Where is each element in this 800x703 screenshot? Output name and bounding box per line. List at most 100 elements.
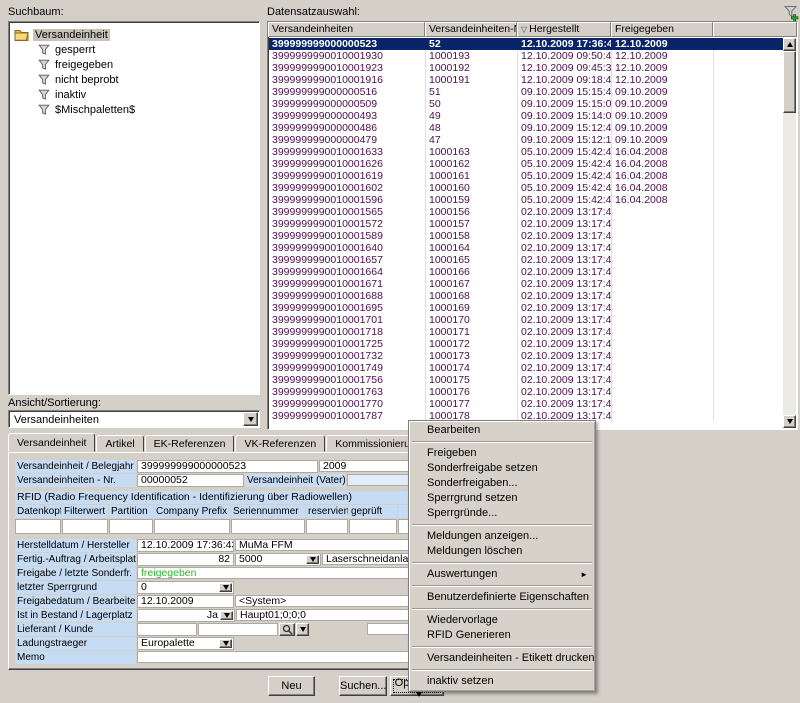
tree-filter-item-inaktiv[interactable]: inaktiv: [9, 87, 259, 102]
rfid-value-filterwert[interactable]: [62, 519, 108, 534]
lieferant-field[interactable]: [137, 623, 197, 636]
table-row[interactable]: 3999999990010001718100017102.10.2009 13:…: [269, 326, 783, 338]
menu-item-rfid-generieren[interactable]: RFID Generieren: [410, 628, 594, 643]
table-row[interactable]: 3999999990010001671100016702.10.2009 13:…: [269, 278, 783, 290]
tab-ek-referenzen[interactable]: EK-Referenzen: [145, 435, 235, 452]
vertical-scrollbar[interactable]: [783, 38, 796, 428]
table-row[interactable]: 3999999990010001596100015905.10.2009 15:…: [269, 194, 783, 206]
suchen-button[interactable]: Suchen...: [339, 676, 387, 696]
tree-filter-item-freigegeben[interactable]: freigegeben: [9, 57, 259, 72]
rfid-value-seriennummer[interactable]: [231, 519, 305, 534]
tree-filter-item-gesperrt[interactable]: gesperrt: [9, 42, 259, 57]
table-row[interactable]: 3999999990010001763100017602.10.2009 13:…: [269, 386, 783, 398]
tab-vk-referenzen[interactable]: VK-Referenzen: [235, 435, 325, 452]
table-row[interactable]: 3999999990000005095009.10.2009 15:15:080…: [269, 98, 783, 110]
table-row[interactable]: 3999999990010001725100017202.10.2009 13:…: [269, 338, 783, 350]
table-row[interactable]: 3999999990010001923100019212.10.2009 09:…: [269, 62, 783, 74]
menu-item-sonderfreigabe-setzen[interactable]: Sonderfreigabe setzen: [410, 461, 594, 476]
scroll-up-button[interactable]: [783, 38, 796, 51]
table-row[interactable]: 3999999990000004864809.10.2009 15:12:400…: [269, 122, 783, 134]
chevron-down-icon[interactable]: [219, 583, 232, 592]
chevron-down-icon[interactable]: [220, 611, 233, 620]
scroll-down-button[interactable]: [783, 415, 796, 428]
table-row[interactable]: 3999999990010001572100015702.10.2009 13:…: [269, 218, 783, 230]
menu-item-sperrgr-nde[interactable]: Sperrgründe...: [410, 506, 594, 521]
chevron-down-icon[interactable]: [296, 623, 309, 636]
table-cell: 1000191: [426, 74, 518, 86]
tab-versandeinheit[interactable]: Versandeinheit: [8, 433, 95, 452]
table-cell: 3999999990010001787: [269, 410, 426, 422]
rfid-value-gepr-ft[interactable]: [349, 519, 397, 534]
table-row[interactable]: 3999999990000004794709.10.2009 15:12:140…: [269, 134, 783, 146]
column-header-hergestellt[interactable]: ▽Hergestellt: [517, 22, 611, 37]
table-row[interactable]: 3999999990010001640100016402.10.2009 13:…: [269, 242, 783, 254]
freigabedatum-field[interactable]: 12.10.2009: [137, 595, 234, 608]
column-header-versandeinheiten[interactable]: Versandeinheiten: [268, 22, 425, 37]
menu-item-versandeinheiten-etikett-drucken[interactable]: Versandeinheiten - Etikett drucken...: [410, 651, 594, 666]
table-row[interactable]: 3999999990000005235212.10.2009 17:36:431…: [269, 38, 783, 50]
table-row[interactable]: 3999999990010001701100017002.10.2009 13:…: [269, 314, 783, 326]
column-header-freigegeben[interactable]: Freigegeben: [611, 22, 713, 37]
table-row[interactable]: 3999999990000005165109.10.2009 15:15:410…: [269, 86, 783, 98]
ansicht-sortierung-combobox[interactable]: Versandeinheiten: [8, 410, 260, 428]
rfid-value-datenkopf[interactable]: [15, 519, 61, 534]
chevron-down-icon[interactable]: [219, 639, 232, 648]
table-row[interactable]: 3999999990010001626100016205.10.2009 15:…: [269, 158, 783, 170]
rfid-value-company-prefix[interactable]: [154, 519, 230, 534]
table-row[interactable]: 3999999990010001565100015602.10.2009 13:…: [269, 206, 783, 218]
tab-artikel[interactable]: Artikel: [96, 435, 143, 452]
column-header-versandeinheiten-nr[interactable]: Versandeinheiten-Nr: [425, 22, 517, 37]
table-cell: 16.04.2008: [612, 194, 714, 206]
funnel-add-icon[interactable]: [782, 4, 800, 22]
table-row[interactable]: 3999999990010001749100017402.10.2009 13:…: [269, 362, 783, 374]
table-cell: [612, 362, 714, 374]
menu-item-meldungen-anzeigen[interactable]: Meldungen anzeigen...: [410, 529, 594, 544]
table-row[interactable]: 3999999990010001589100015802.10.2009 13:…: [269, 230, 783, 242]
table-cell-filler: [714, 146, 783, 158]
ve-nr-field[interactable]: 00000052: [137, 474, 244, 487]
table-row[interactable]: 3999999990010001633100016305.10.2009 15:…: [269, 146, 783, 158]
table-row[interactable]: 3999999990010001688100016802.10.2009 13:…: [269, 290, 783, 302]
menu-item-benutzerdefinierte-eigenschaften[interactable]: Benutzerdefinierte Eigenschaften: [410, 590, 594, 605]
chevron-down-icon[interactable]: [243, 412, 258, 426]
table-cell: 02.10.2009 13:17:40: [518, 350, 612, 362]
chevron-down-icon[interactable]: [306, 555, 319, 564]
menu-item-freigeben[interactable]: Freigeben: [410, 446, 594, 461]
menu-item-inaktiv-setzen[interactable]: inaktiv setzen: [410, 674, 594, 689]
tree-item-versandeinheit[interactable]: Versandeinheit: [9, 27, 259, 42]
table-row[interactable]: 3999999990010001619100016105.10.2009 15:…: [269, 170, 783, 182]
sperrgrund-combobox[interactable]: 0: [137, 581, 234, 594]
menu-item-meldungen-l-schen[interactable]: Meldungen löschen: [410, 544, 594, 559]
menu-item-wiedervorlage[interactable]: Wiedervorlage: [410, 613, 594, 628]
rfid-value-reserviert[interactable]: [306, 519, 348, 534]
menu-item-sperrgrund-setzen[interactable]: Sperrgrund setzen: [410, 491, 594, 506]
kunde-field[interactable]: [198, 623, 278, 636]
ladungstraeger-combobox[interactable]: Europalette: [137, 637, 234, 650]
table-row[interactable]: 3999999990010001664100016602.10.2009 13:…: [269, 266, 783, 278]
menu-separator: [412, 441, 592, 443]
scrollbar-thumb[interactable]: [783, 51, 796, 113]
table-row[interactable]: 3999999990010001657100016502.10.2009 13:…: [269, 254, 783, 266]
magnifier-icon[interactable]: [279, 623, 295, 636]
versandeinheit-number-field[interactable]: 399999999000000523: [137, 460, 318, 473]
table-row[interactable]: 3999999990010001695100016902.10.2009 13:…: [269, 302, 783, 314]
arbeitsplatz-combobox[interactable]: 5000: [235, 553, 321, 566]
funnel-icon: [36, 59, 51, 71]
neu-button[interactable]: Neu: [268, 676, 315, 696]
menu-item-bearbeiten[interactable]: Bearbeiten: [410, 423, 594, 438]
tree-filter-item-nicht-beprobt[interactable]: nicht beprobt: [9, 72, 259, 87]
rfid-value-partition[interactable]: [109, 519, 153, 534]
table-row[interactable]: 3999999990010001916100019112.10.2009 09:…: [269, 74, 783, 86]
table-row[interactable]: 3999999990010001770100017702.10.2009 13:…: [269, 398, 783, 410]
table-row[interactable]: 3999999990010001756100017502.10.2009 13:…: [269, 374, 783, 386]
tree-filter-item-mischpaletten[interactable]: $Mischpaletten$: [9, 102, 259, 117]
table-row[interactable]: 3999999990000004934909.10.2009 15:14:080…: [269, 110, 783, 122]
table-row[interactable]: 3999999990010001930100019312.10.2009 09:…: [269, 50, 783, 62]
herstelldatum-field[interactable]: 12.10.2009 17:36:43: [137, 539, 234, 552]
fertig-auftrag-field[interactable]: 82: [137, 553, 234, 566]
table-row[interactable]: 3999999990010001732100017302.10.2009 13:…: [269, 350, 783, 362]
table-row[interactable]: 3999999990010001602100016005.10.2009 15:…: [269, 182, 783, 194]
menu-item-sonderfreigaben[interactable]: Sonderfreigaben...: [410, 476, 594, 491]
menu-item-auswertungen[interactable]: Auswertungen►: [410, 567, 594, 582]
bestand-combobox[interactable]: Ja: [137, 609, 235, 622]
